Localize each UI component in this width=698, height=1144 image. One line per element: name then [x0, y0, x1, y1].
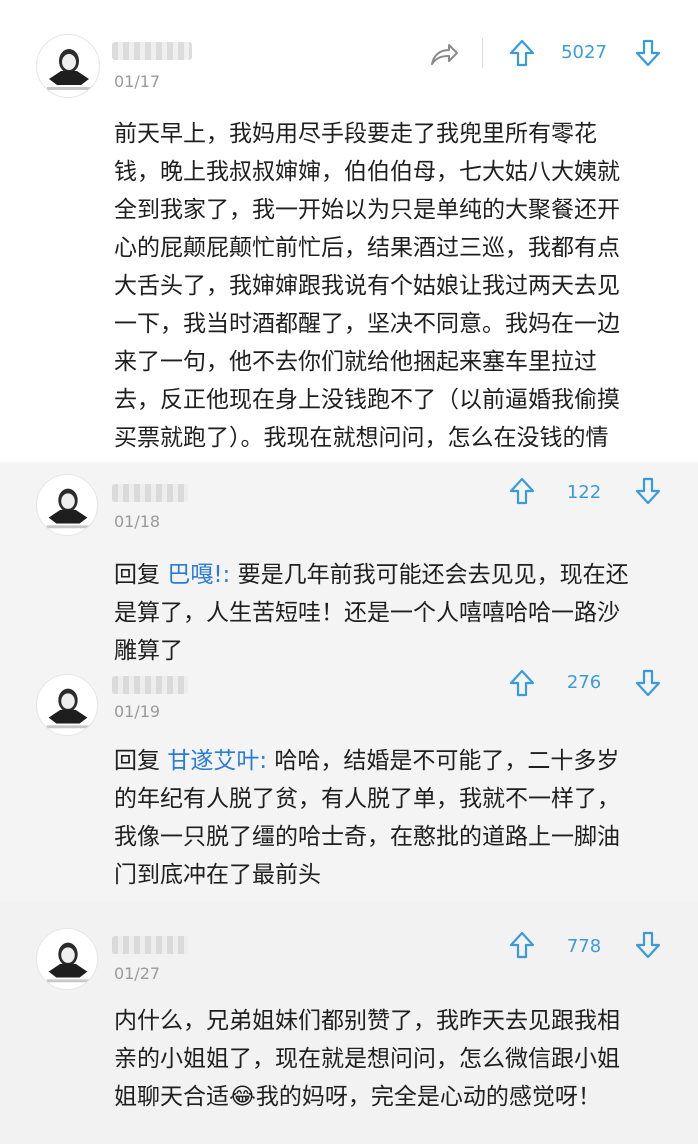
mention-link[interactable]: 巴嘎!:: [167, 562, 230, 588]
reply-text-block: 回复 甘遂艾叶: 哈哈，结婚是不可能了，二十多岁 的年纪有人脱了贫，有人脱了单，…: [114, 742, 654, 894]
username[interactable]: [112, 42, 192, 60]
vote-count: 276: [566, 672, 602, 693]
upvote-icon[interactable]: [508, 668, 536, 698]
username[interactable]: [112, 676, 188, 694]
avatar[interactable]: [36, 34, 100, 98]
username[interactable]: [112, 484, 188, 502]
downvote-icon[interactable]: [634, 668, 662, 698]
avatar[interactable]: [36, 928, 98, 990]
username[interactable]: [112, 936, 188, 954]
upvote-icon[interactable]: [508, 930, 536, 960]
vote-count: 5027: [561, 42, 607, 63]
comment-card: 01/27 778 内什么，兄弟姐妹们都别赞了，我昨天去见跟我相 亲的小姐姐了，…: [0, 902, 698, 1144]
divider: [482, 38, 483, 68]
avatar[interactable]: [36, 474, 98, 536]
post-date: 01/19: [114, 702, 161, 721]
upvote-icon[interactable]: [508, 38, 536, 68]
reply-label: 回复: [114, 748, 168, 774]
post-date: 01/27: [114, 964, 161, 983]
reply-text-block: 回复 巴嘎!: 要是几年前我可能还会去见见，现在还 是算了，人生苦短哇！还是一个…: [114, 556, 654, 670]
comment-text: 内什么，兄弟姐妹们都别赞了，我昨天去见跟我相 亲的小姐姐了，现在就是想问问，怎么…: [114, 1008, 620, 1110]
avatar[interactable]: [36, 674, 98, 736]
upvote-icon[interactable]: [508, 476, 536, 506]
comment-card: 01/17 5027 前天早上，我妈用尽手段要走了我兜里所有零花 钱，晚上我叔叔…: [0, 0, 698, 489]
share-icon[interactable]: [428, 40, 460, 68]
vote-count: 122: [566, 482, 602, 503]
post-date: 01/17: [114, 72, 161, 91]
mention-link[interactable]: 甘遂艾叶:: [167, 748, 267, 774]
downvote-icon[interactable]: [634, 38, 662, 68]
reply-card: 01/18 122 回复 巴嘎!: 要是几年前我可能还会去见见，现在还 是算了，…: [0, 462, 698, 664]
comment-text: 前天早上，我妈用尽手段要走了我兜里所有零花 钱，晚上我叔叔婶婶，伯伯伯母，七大姑…: [114, 121, 620, 489]
reply-label: 回复: [114, 562, 168, 588]
downvote-icon[interactable]: [634, 930, 662, 960]
vote-count: 778: [566, 936, 602, 957]
reply-card: 01/19 276 回复 甘遂艾叶: 哈哈，结婚是不可能了，二十多岁 的年纪有人…: [0, 662, 698, 902]
downvote-icon[interactable]: [634, 476, 662, 506]
post-date: 01/18: [114, 512, 161, 531]
